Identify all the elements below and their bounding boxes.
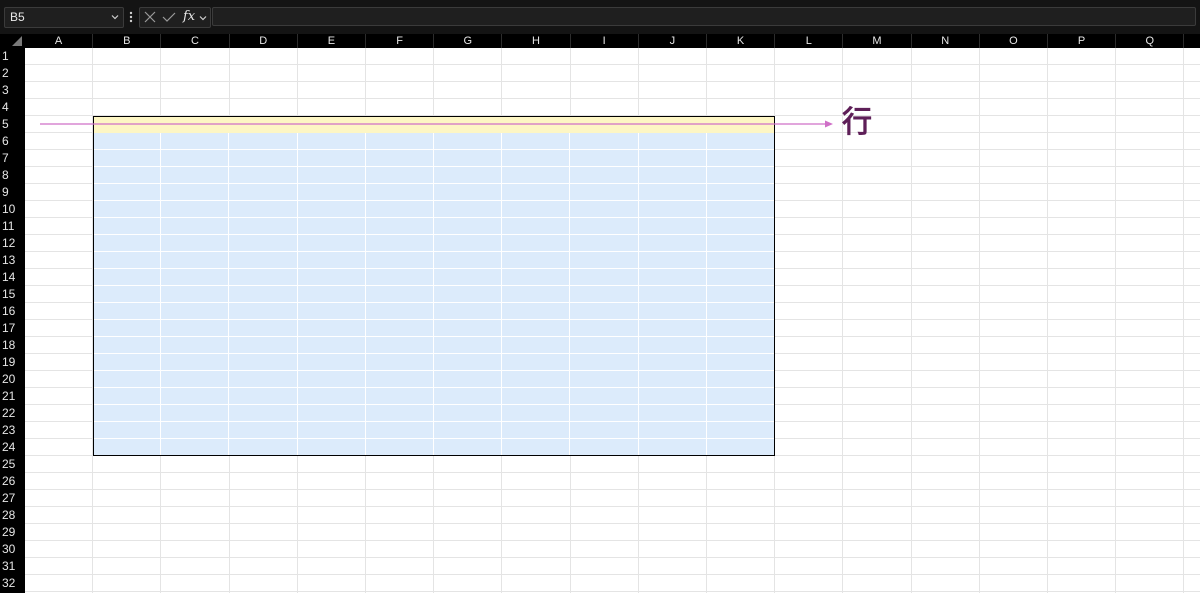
row-header-22[interactable]: 22 [0, 405, 25, 422]
row-header-19[interactable]: 19 [0, 354, 25, 371]
row-header-5[interactable]: 5 [0, 116, 25, 133]
formula-controls: fx [139, 7, 211, 28]
chevron-down-icon[interactable] [198, 13, 208, 23]
confirm-icon[interactable] [162, 11, 176, 23]
row-header-12[interactable]: 12 [0, 235, 25, 252]
row-header-30[interactable]: 30 [0, 541, 25, 558]
row-header-14[interactable]: 14 [0, 269, 25, 286]
row-header: 1 2 3 4 5 6 7 8 9 10 11 12 13 14 15 16 17 18 19 20 21 22 23 24 2… [0, 48, 25, 593]
row-header-7[interactable]: 7 [0, 150, 25, 167]
row-header-16[interactable]: 16 [0, 303, 25, 320]
function-icon[interactable]: fx [183, 9, 195, 24]
row-header-32[interactable]: 32 [0, 575, 25, 592]
row-header-28[interactable]: 28 [0, 507, 25, 524]
column-header-p[interactable]: P [1048, 34, 1117, 48]
column-header-d[interactable]: D [230, 34, 298, 48]
column-header: ABCDEFGHIJKLMNOPQ [0, 34, 1200, 48]
row-header-10[interactable]: 10 [0, 201, 25, 218]
formula-input[interactable] [212, 7, 1196, 26]
column-header-i[interactable]: I [571, 34, 639, 48]
row-header-9[interactable]: 9 [0, 184, 25, 201]
row-header-3[interactable]: 3 [0, 82, 25, 99]
row-header-2[interactable]: 2 [0, 65, 25, 82]
column-header-l[interactable]: L [775, 34, 844, 48]
row-header-27[interactable]: 27 [0, 490, 25, 507]
name-box-value: B5 [10, 10, 25, 24]
column-header-k[interactable]: K [707, 34, 776, 48]
row-header-21[interactable]: 21 [0, 388, 25, 405]
column-header-e[interactable]: E [298, 34, 366, 48]
name-box[interactable]: B5 [4, 7, 124, 28]
column-header-a[interactable]: A [25, 34, 94, 48]
column-header-g[interactable]: G [434, 34, 503, 48]
row-header-17[interactable]: 17 [0, 320, 25, 337]
column-header-h[interactable]: H [502, 34, 571, 48]
row-header-26[interactable]: 26 [0, 473, 25, 490]
row-header-8[interactable]: 8 [0, 167, 25, 184]
row-header-11[interactable]: 11 [0, 218, 25, 235]
row-header-23[interactable]: 23 [0, 422, 25, 439]
more-vertical-icon[interactable] [127, 9, 135, 25]
column-header-c[interactable]: C [161, 34, 230, 48]
formula-bar: B5 fx [0, 0, 1200, 34]
chevron-down-icon[interactable] [110, 12, 120, 22]
row-header-13[interactable]: 13 [0, 252, 25, 269]
row-header-15[interactable]: 15 [0, 286, 25, 303]
column-header-m[interactable]: M [843, 34, 912, 48]
row-arrow [40, 120, 833, 128]
column-header-n[interactable]: N [912, 34, 980, 48]
column-header-b[interactable]: B [93, 34, 162, 48]
row-header-20[interactable]: 20 [0, 371, 25, 388]
column-header-j[interactable]: J [639, 34, 707, 48]
column-header-q[interactable]: Q [1116, 34, 1185, 48]
row-header-29[interactable]: 29 [0, 524, 25, 541]
row-label: 行 [842, 105, 872, 140]
select-all-button[interactable] [0, 34, 25, 48]
cancel-icon[interactable] [144, 11, 156, 23]
row-header-24[interactable]: 24 [0, 439, 25, 456]
row-header-1[interactable]: 1 [0, 48, 25, 65]
row-header-31[interactable]: 31 [0, 558, 25, 575]
column-header-o[interactable]: O [980, 34, 1048, 48]
row-header-4[interactable]: 4 [0, 99, 25, 116]
row-header-6[interactable]: 6 [0, 133, 25, 150]
row-header-25[interactable]: 25 [0, 456, 25, 473]
cell-grid[interactable] [25, 48, 1200, 593]
row-header-18[interactable]: 18 [0, 337, 25, 354]
column-header-f[interactable]: F [366, 34, 435, 48]
